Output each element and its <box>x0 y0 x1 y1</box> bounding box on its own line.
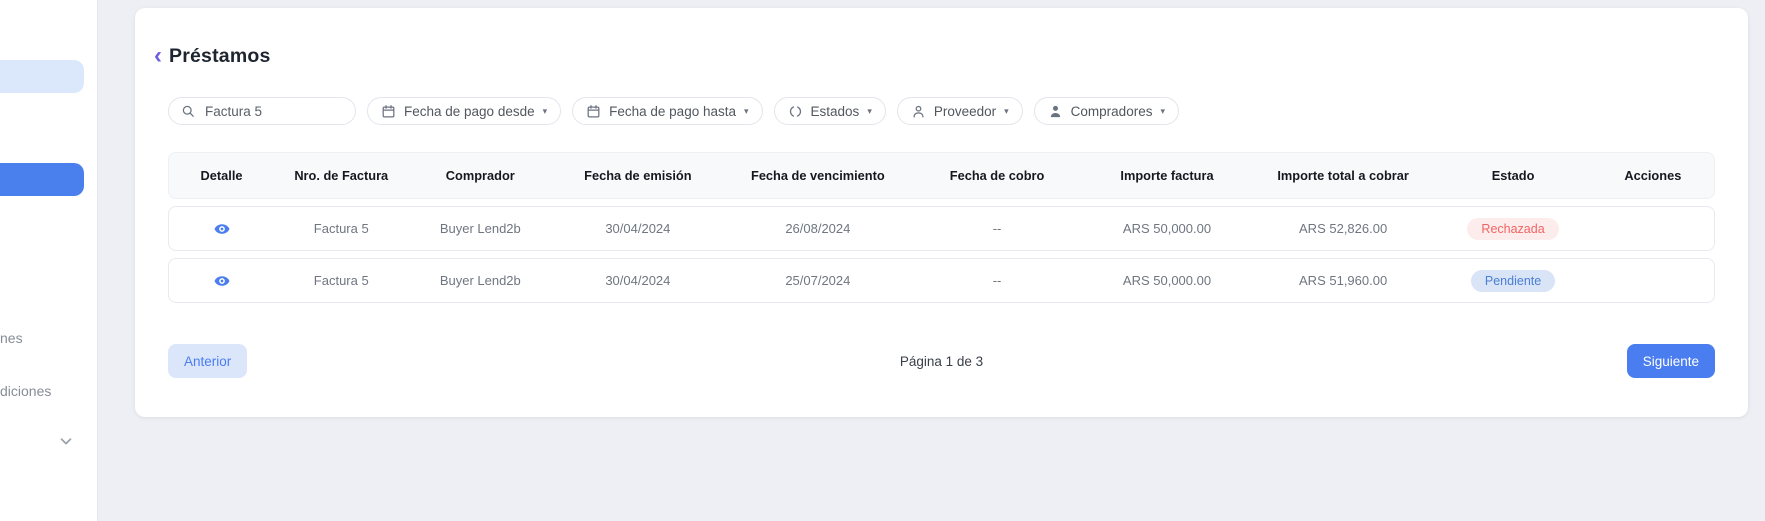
calendar-icon <box>381 104 396 119</box>
page-header: ‹ Préstamos <box>154 43 1715 69</box>
filter-label: Fecha de pago hasta <box>609 104 736 119</box>
col-nro-factura: Nro. de Factura <box>274 168 408 183</box>
filter-date-to-button[interactable]: Fecha de pago hasta ▾ <box>572 97 762 125</box>
next-page-button[interactable]: Siguiente <box>1627 344 1715 378</box>
sidebar-item-active[interactable] <box>0 163 84 196</box>
prestamos-panel: ‹ Préstamos Fecha de pago desde ▾ Fecha … <box>135 8 1748 417</box>
search-input[interactable] <box>205 104 345 119</box>
calendar-icon <box>586 104 601 119</box>
view-detail-button[interactable] <box>214 273 230 289</box>
eye-icon <box>214 273 230 289</box>
cell-factura: Factura 5 <box>274 221 408 236</box>
col-vencimiento: Fecha de vencimiento <box>724 168 912 183</box>
col-total: Importe total a cobrar <box>1252 168 1434 183</box>
col-importe: Importe factura <box>1082 168 1252 183</box>
cell-emision: 30/04/2024 <box>552 273 723 288</box>
cell-emision: 30/04/2024 <box>552 221 723 236</box>
person-outline-icon <box>911 104 926 119</box>
filter-states-button[interactable]: Estados ▾ <box>774 97 886 125</box>
caret-down-icon: ▾ <box>744 106 749 117</box>
sidebar-item-label-truncated[interactable]: nes <box>0 330 23 346</box>
cell-importe: ARS 50,000.00 <box>1082 221 1252 236</box>
cell-comprador: Buyer Lend2b <box>408 273 552 288</box>
caret-down-icon: ▾ <box>1160 106 1165 117</box>
cell-total: ARS 51,960.00 <box>1252 273 1434 288</box>
filters-bar: Fecha de pago desde ▾ Fecha de pago hast… <box>168 97 1715 125</box>
status-badge: Rechazada <box>1467 218 1558 240</box>
filter-label: Compradores <box>1071 104 1153 119</box>
page-info: Página 1 de 3 <box>900 354 983 369</box>
filter-label: Estados <box>811 104 860 119</box>
filter-provider-button[interactable]: Proveedor ▾ <box>897 97 1023 125</box>
cell-factura: Factura 5 <box>274 273 408 288</box>
col-comprador: Comprador <box>408 168 552 183</box>
cell-vencimiento: 26/08/2024 <box>724 221 912 236</box>
caret-down-icon: ▾ <box>1004 106 1009 117</box>
status-ring-icon <box>788 104 803 119</box>
status-badge: Pendiente <box>1471 270 1555 292</box>
cell-comprador: Buyer Lend2b <box>408 221 552 236</box>
filter-buyers-button[interactable]: Compradores ▾ <box>1034 97 1179 125</box>
filter-date-from-button[interactable]: Fecha de pago desde ▾ <box>367 97 561 125</box>
sidebar: nes diciones <box>0 0 98 521</box>
eye-icon <box>214 221 230 237</box>
search-icon <box>181 104 196 119</box>
table-header-row: Detalle Nro. de Factura Comprador Fecha … <box>168 152 1715 199</box>
filter-label: Proveedor <box>934 104 996 119</box>
cell-importe: ARS 50,000.00 <box>1082 273 1252 288</box>
cell-cobro: -- <box>912 273 1082 288</box>
previous-page-button[interactable]: Anterior <box>168 344 247 378</box>
cell-cobro: -- <box>912 221 1082 236</box>
col-detalle: Detalle <box>169 168 274 183</box>
page-title: Préstamos <box>169 45 271 68</box>
view-detail-button[interactable] <box>214 221 230 237</box>
sidebar-item-label-truncated[interactable]: diciones <box>0 383 51 399</box>
table-row: Factura 5 Buyer Lend2b 30/04/2024 26/08/… <box>168 206 1715 251</box>
col-emision: Fecha de emisión <box>552 168 723 183</box>
filter-label: Fecha de pago desde <box>404 104 535 119</box>
col-acciones: Acciones <box>1592 168 1714 183</box>
sidebar-item-highlight[interactable] <box>0 60 84 93</box>
loans-table: Detalle Nro. de Factura Comprador Fecha … <box>168 152 1715 303</box>
cell-total: ARS 52,826.00 <box>1252 221 1434 236</box>
caret-down-icon: ▾ <box>867 106 872 117</box>
col-estado: Estado <box>1434 168 1592 183</box>
person-filled-icon <box>1048 104 1063 119</box>
col-cobro: Fecha de cobro <box>912 168 1082 183</box>
table-row: Factura 5 Buyer Lend2b 30/04/2024 25/07/… <box>168 258 1715 303</box>
search-input-wrapper[interactable] <box>168 97 356 125</box>
chevron-down-icon[interactable] <box>57 432 75 450</box>
cell-vencimiento: 25/07/2024 <box>724 273 912 288</box>
back-chevron-icon[interactable]: ‹ <box>154 45 162 67</box>
pagination-bar: Anterior Página 1 de 3 Siguiente <box>168 344 1715 378</box>
caret-down-icon: ▾ <box>543 106 548 117</box>
